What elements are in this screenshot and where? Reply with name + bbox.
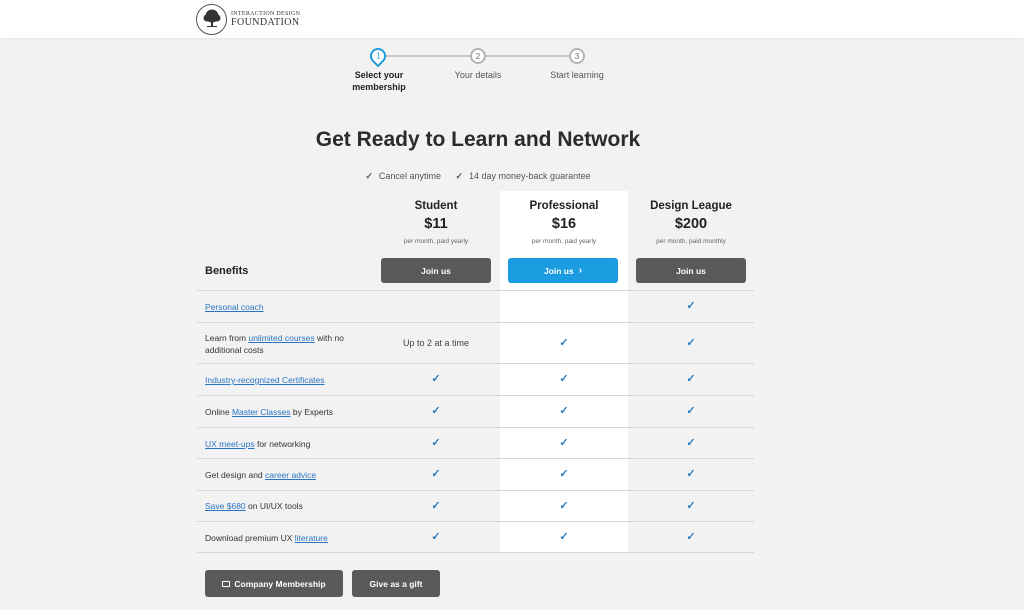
guarantee-money-back: 14 day money-back guarantee (469, 171, 591, 181)
table-row: Online Master Classes by Experts ✓ ✓ ✓ (197, 395, 754, 427)
check-icon: ✓ (559, 468, 569, 480)
plan-price: $16 (551, 216, 577, 232)
table-row: Get design and career advice ✓ ✓ ✓ (197, 458, 754, 490)
table-row: UX meet-ups for networking ✓ ✓ ✓ (197, 427, 754, 458)
top-bar: INTERACTION DESIGN FOUNDATION (0, 0, 1024, 38)
benefit-label: Industry-recognized Certificates (205, 374, 375, 386)
benefit-link-unlimited-courses[interactable]: unlimited courses (248, 333, 314, 343)
give-as-gift-button[interactable]: Give as a gift (352, 570, 440, 597)
check-icon: ✓ (431, 500, 441, 512)
plan-price: $200 (674, 216, 708, 232)
join-professional-button[interactable]: Join us › (508, 258, 618, 283)
benefit-link-save-tools[interactable]: Save $680 (205, 501, 246, 511)
guarantee-cancel: Cancel anytime (378, 171, 441, 181)
benefit-link-certificates[interactable]: Industry-recognized Certificates (205, 375, 325, 385)
plan-name: Student (414, 200, 458, 212)
benefit-label: Download premium UX literature (205, 533, 328, 543)
benefit-link-ux-meetups[interactable]: UX meet-ups (205, 439, 255, 449)
benefit-label: Learn from unlimited courses with no add… (205, 333, 344, 355)
cell-student: Up to 2 at a time (402, 338, 470, 348)
check-icon: ✓ (686, 531, 696, 543)
check-icon: ✓ (686, 337, 696, 349)
table-row: Learn from unlimited courses with no add… (197, 322, 754, 363)
page-title: Get Ready to Learn and Network (315, 128, 641, 151)
step-3-circle: 3 (569, 48, 585, 64)
check-icon: ✓ (559, 500, 569, 512)
check-icon: ✓ (431, 373, 441, 385)
step-1-label: Select your membership (352, 70, 406, 92)
tree-icon (196, 3, 227, 35)
stepper-connector (386, 55, 470, 57)
check-icon: ✓ (686, 405, 696, 417)
step-2-label: Your details (454, 70, 502, 80)
check-icon: ✓ (559, 337, 569, 349)
benefit-link-master-classes[interactable]: Master Classes (232, 407, 291, 417)
benefit-link-personal-coach[interactable]: Personal coach (205, 302, 264, 312)
check-icon: ✓ (686, 373, 696, 385)
check-icon: ✓ (455, 171, 464, 181)
join-student-button[interactable]: Join us (381, 258, 491, 283)
benefit-label: Personal coach (205, 301, 375, 313)
check-icon: ✓ (365, 171, 373, 181)
plan-price: $11 (424, 216, 448, 232)
plan-name: Professional (529, 200, 599, 212)
step-2-circle: 2 (470, 48, 486, 64)
step-3-label: Start learning (550, 70, 604, 80)
check-icon: ✓ (431, 531, 441, 543)
brand-line2: FOUNDATION (231, 16, 300, 28)
check-icon: ✓ (559, 405, 569, 417)
check-icon: ✓ (686, 500, 696, 512)
guarantees: ✓ Cancel anytime ✓ 14 day money-back guara… (0, 171, 956, 182)
plan-billing-note: per month, paid monthly (656, 238, 726, 245)
check-icon: ✓ (686, 437, 696, 449)
plan-name: Design League (650, 200, 732, 212)
company-membership-button[interactable]: Company Membership (205, 570, 343, 597)
stepper-connector (486, 55, 569, 57)
benefits-header: Benefits (205, 265, 249, 277)
table-bottom-border (197, 552, 754, 553)
check-icon: ✓ (559, 531, 569, 543)
check-icon: ✓ (559, 437, 569, 449)
benefit-label: Online Master Classes by Experts (205, 407, 334, 417)
chevron-right-icon: › (578, 265, 583, 276)
benefit-label: Save $680 on UI/UX tools (205, 501, 303, 511)
benefit-label: UX meet-ups for networking (205, 439, 311, 449)
check-icon: ✓ (431, 405, 441, 417)
table-row: Personal coach ✓ (197, 290, 754, 322)
check-icon: ✓ (431, 468, 441, 480)
benefit-link-career-advice[interactable]: career advice (265, 470, 316, 480)
benefit-link-literature[interactable]: literature (295, 533, 328, 543)
table-row: Save $680 on UI/UX tools ✓ ✓ ✓ (197, 490, 754, 521)
company-membership-label: Company Membership (234, 578, 326, 589)
table-row: Industry-recognized Certificates ✓ ✓ ✓ (197, 363, 754, 395)
table-row: Download premium UX literature ✓ ✓ ✓ (197, 521, 754, 552)
brand-logo[interactable]: INTERACTION DESIGN FOUNDATION (196, 2, 300, 36)
join-professional-label: Join us (543, 265, 574, 276)
brand-line1: INTERACTION DESIGN (231, 10, 301, 17)
join-design-league-button[interactable]: Join us (636, 258, 746, 283)
benefit-label: Get design and career advice (205, 470, 317, 480)
check-icon: ✓ (431, 437, 441, 449)
briefcase-icon (222, 580, 231, 587)
check-icon: ✓ (686, 468, 696, 480)
step-1-marker-icon: 1 (366, 44, 390, 68)
check-icon: ✓ (559, 373, 569, 385)
plan-billing-note: per month, paid yearly (403, 238, 469, 245)
plan-billing-note: per month, paid yearly (531, 238, 597, 245)
check-icon: ✓ (686, 300, 696, 312)
